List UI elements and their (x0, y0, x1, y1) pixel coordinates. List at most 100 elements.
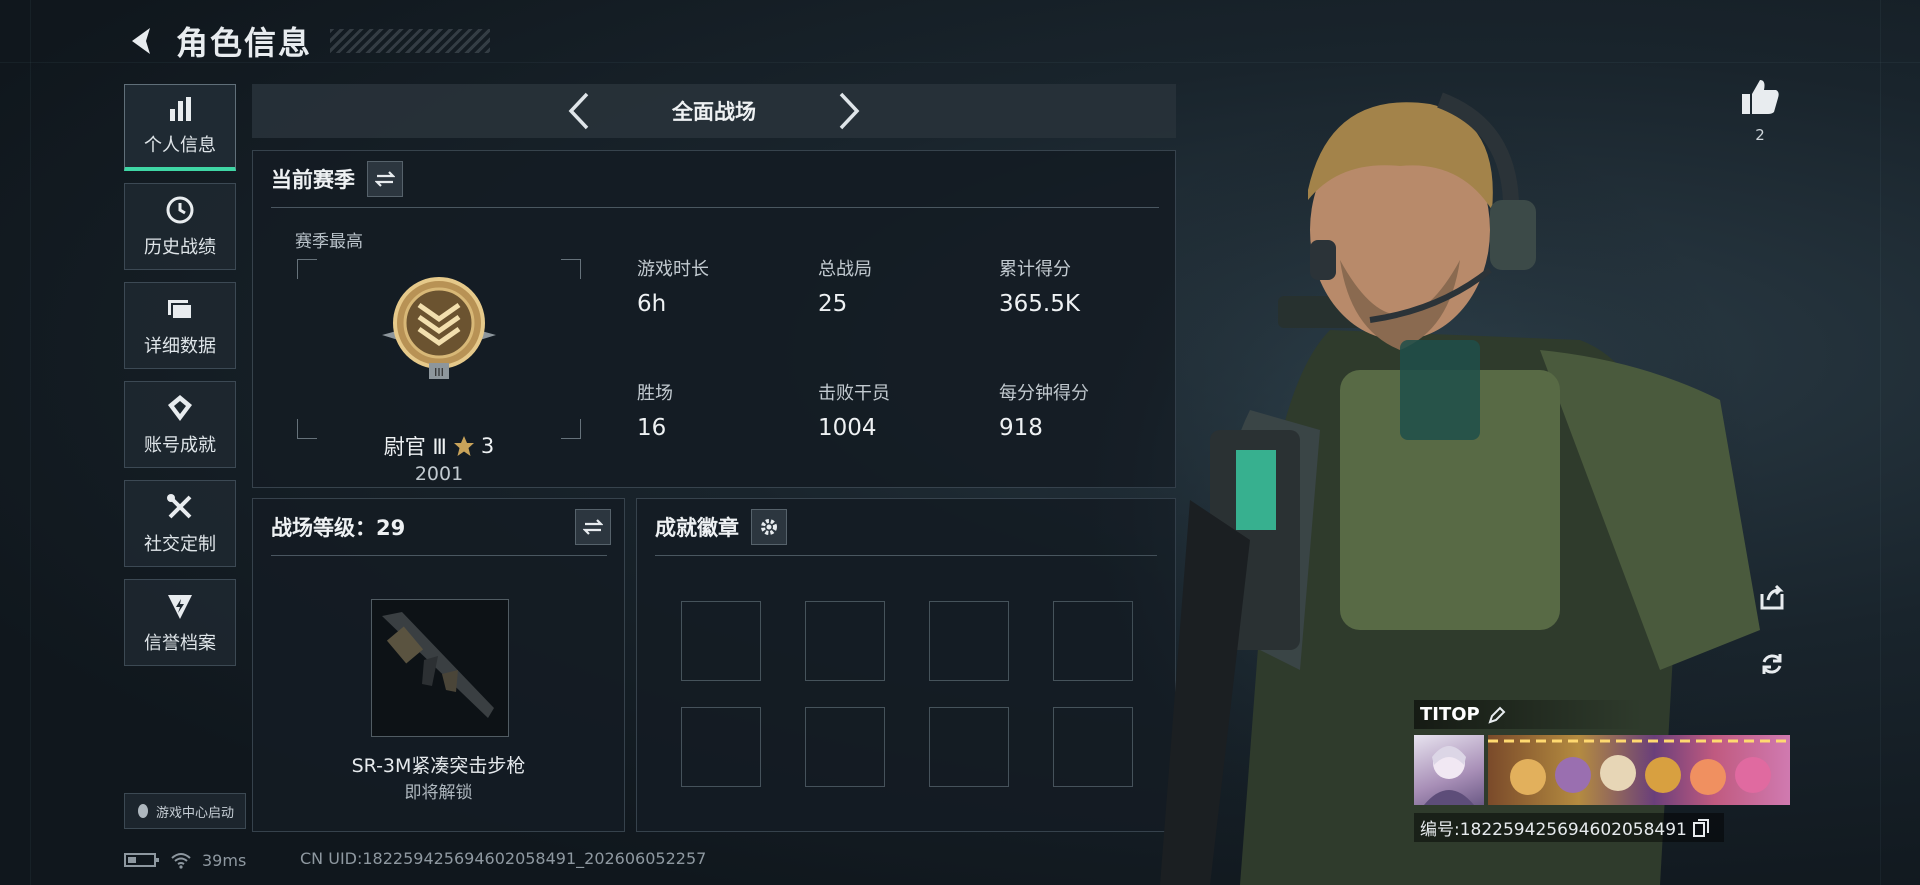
rank-points: 2001 (414, 463, 464, 485)
profile-name: TITOP (1420, 704, 1480, 725)
rank-name: 尉官 Ⅲ 3 (297, 431, 581, 461)
season-panel: 当前赛季 赛季最高 III 尉官 Ⅲ 3 2001 游戏时长 6h 总战局 25… (252, 150, 1176, 488)
stat-value: 25 (818, 291, 848, 317)
page-title: 角色信息 (176, 24, 313, 62)
switch-level-button[interactable] (575, 509, 611, 545)
switch-season-button[interactable] (367, 161, 403, 197)
ping-value: 39ms (202, 850, 247, 870)
copy-icon[interactable] (1692, 818, 1709, 837)
rank-frame: III (297, 259, 581, 439)
profile-card: TITOP 编号:18225942569460205849​1 (1414, 700, 1794, 842)
stat-label: 游戏时长 (637, 259, 709, 280)
stat-label: 击败干员 (818, 383, 890, 404)
sidebar-item-label: 个人信息 (144, 135, 216, 156)
sidebar-item-achievements[interactable]: 账号成就 (124, 381, 236, 468)
share-button[interactable] (1754, 580, 1790, 616)
stat-kills: 击败干员 1004 (818, 379, 988, 441)
weapon-unlock-status: 即将解锁 (404, 783, 473, 803)
status-bar: 39ms (124, 848, 246, 872)
stat-wins: 胜场 16 (637, 379, 807, 441)
header: 角色信息 (124, 18, 491, 64)
badge-settings-button[interactable] (751, 509, 787, 545)
season-title: 当前赛季 (271, 168, 355, 192)
sidebar: 个人信息 历史战绩 详细数据 账号成就 社交定制 信誉档案 (124, 84, 237, 678)
badge-slot[interactable] (805, 707, 885, 787)
share-icon (1760, 584, 1784, 610)
weapon-name: SR-3M紧凑突击步枪 (351, 755, 526, 777)
sidebar-item-personal-info[interactable]: 个人信息 (124, 84, 236, 171)
profile-id: 编号:18225942569460205849​1 (1420, 820, 1687, 840)
stat-play-time: 游戏时长 6h (637, 255, 807, 317)
profile-banner[interactable] (1414, 735, 1794, 805)
sidebar-item-label: 社交定制 (144, 533, 216, 555)
like-button[interactable]: 2 (1738, 78, 1782, 144)
chevron-left-icon (568, 92, 589, 130)
mode-title: 全面战场 (672, 100, 756, 124)
grid-line (30, 0, 31, 885)
level-title: 战场等级：29 (271, 516, 406, 540)
clock-icon (166, 196, 194, 223)
badges-panel-header: 成就徽章 (655, 509, 787, 545)
edit-icon[interactable] (1488, 706, 1506, 724)
game-center-launch-button[interactable]: 游戏中心启动 (124, 793, 246, 829)
sidebar-item-label: 信誉档案 (144, 632, 216, 654)
back-arrow-icon (132, 28, 150, 54)
bar-chart-icon (170, 97, 191, 121)
banner-art (1488, 735, 1790, 805)
battlefield-level-panel: 战场等级：29 SR-3M紧凑突击步枪 即将解锁 (252, 498, 625, 832)
banner-illustration (1488, 739, 1790, 795)
penguin-icon (137, 804, 148, 818)
sidebar-item-social[interactable]: 社交定制 (124, 480, 236, 567)
tools-icon (167, 493, 192, 518)
swap-icon (375, 171, 395, 187)
avatar-art (1424, 746, 1474, 805)
prev-mode-button[interactable] (549, 84, 609, 138)
grid-line (1880, 0, 1881, 885)
badges-title: 成就徽章 (655, 516, 739, 540)
title-decoration (330, 29, 491, 53)
shield-lightning-icon (168, 594, 192, 619)
stat-value: 6h (637, 291, 667, 317)
star-icon (453, 436, 474, 456)
sidebar-item-details[interactable]: 详细数据 (124, 282, 236, 369)
badge-slot[interactable] (805, 601, 885, 681)
back-button[interactable] (124, 22, 162, 60)
rank-name-text: 尉官 Ⅲ (383, 435, 447, 459)
folder-icon (168, 299, 193, 320)
like-count: 2 (1755, 126, 1765, 144)
stat-value: 16 (637, 415, 667, 441)
sidebar-item-history[interactable]: 历史战绩 (124, 183, 236, 270)
svg-text:III: III (434, 366, 444, 379)
stat-label: 胜场 (637, 383, 673, 404)
season-best-label: 赛季最高 (295, 232, 363, 252)
avatar[interactable] (1414, 735, 1484, 805)
swap-icon (583, 519, 603, 535)
badge-slot[interactable] (681, 707, 761, 787)
uid-text: CN UID:18225942569460205849​1_2026060522… (300, 849, 707, 868)
badge-slot[interactable] (929, 601, 1009, 681)
weapon-preview[interactable] (371, 599, 509, 737)
gear-icon (761, 519, 777, 535)
stat-value: 1004 (818, 415, 877, 441)
badge-slot[interactable] (681, 601, 761, 681)
refresh-icon (1762, 654, 1782, 674)
level-panel-header: 战场等级：29 (271, 509, 611, 545)
sidebar-item-label: 详细数据 (144, 335, 216, 357)
stat-label: 总战局 (818, 259, 872, 280)
sidebar-item-reputation[interactable]: 信誉档案 (124, 579, 236, 666)
divider (271, 207, 1159, 208)
next-mode-button[interactable] (819, 84, 879, 138)
launch-label: 游戏中心启动 (155, 805, 234, 821)
stat-total-matches: 总战局 25 (818, 255, 988, 317)
rifle-icon (382, 612, 494, 718)
rotate-model-button[interactable] (1754, 646, 1790, 682)
thumbs-up-icon (1742, 80, 1779, 114)
divider (271, 555, 607, 556)
achievement-icon (168, 394, 192, 421)
rank-emblem-icon: III (382, 277, 496, 379)
battery-icon (124, 853, 159, 867)
sidebar-item-label: 历史战绩 (144, 236, 216, 258)
mode-selector: 全面战场 (252, 84, 1176, 138)
badge-slot[interactable] (929, 707, 1009, 787)
chevron-right-icon (839, 92, 860, 130)
